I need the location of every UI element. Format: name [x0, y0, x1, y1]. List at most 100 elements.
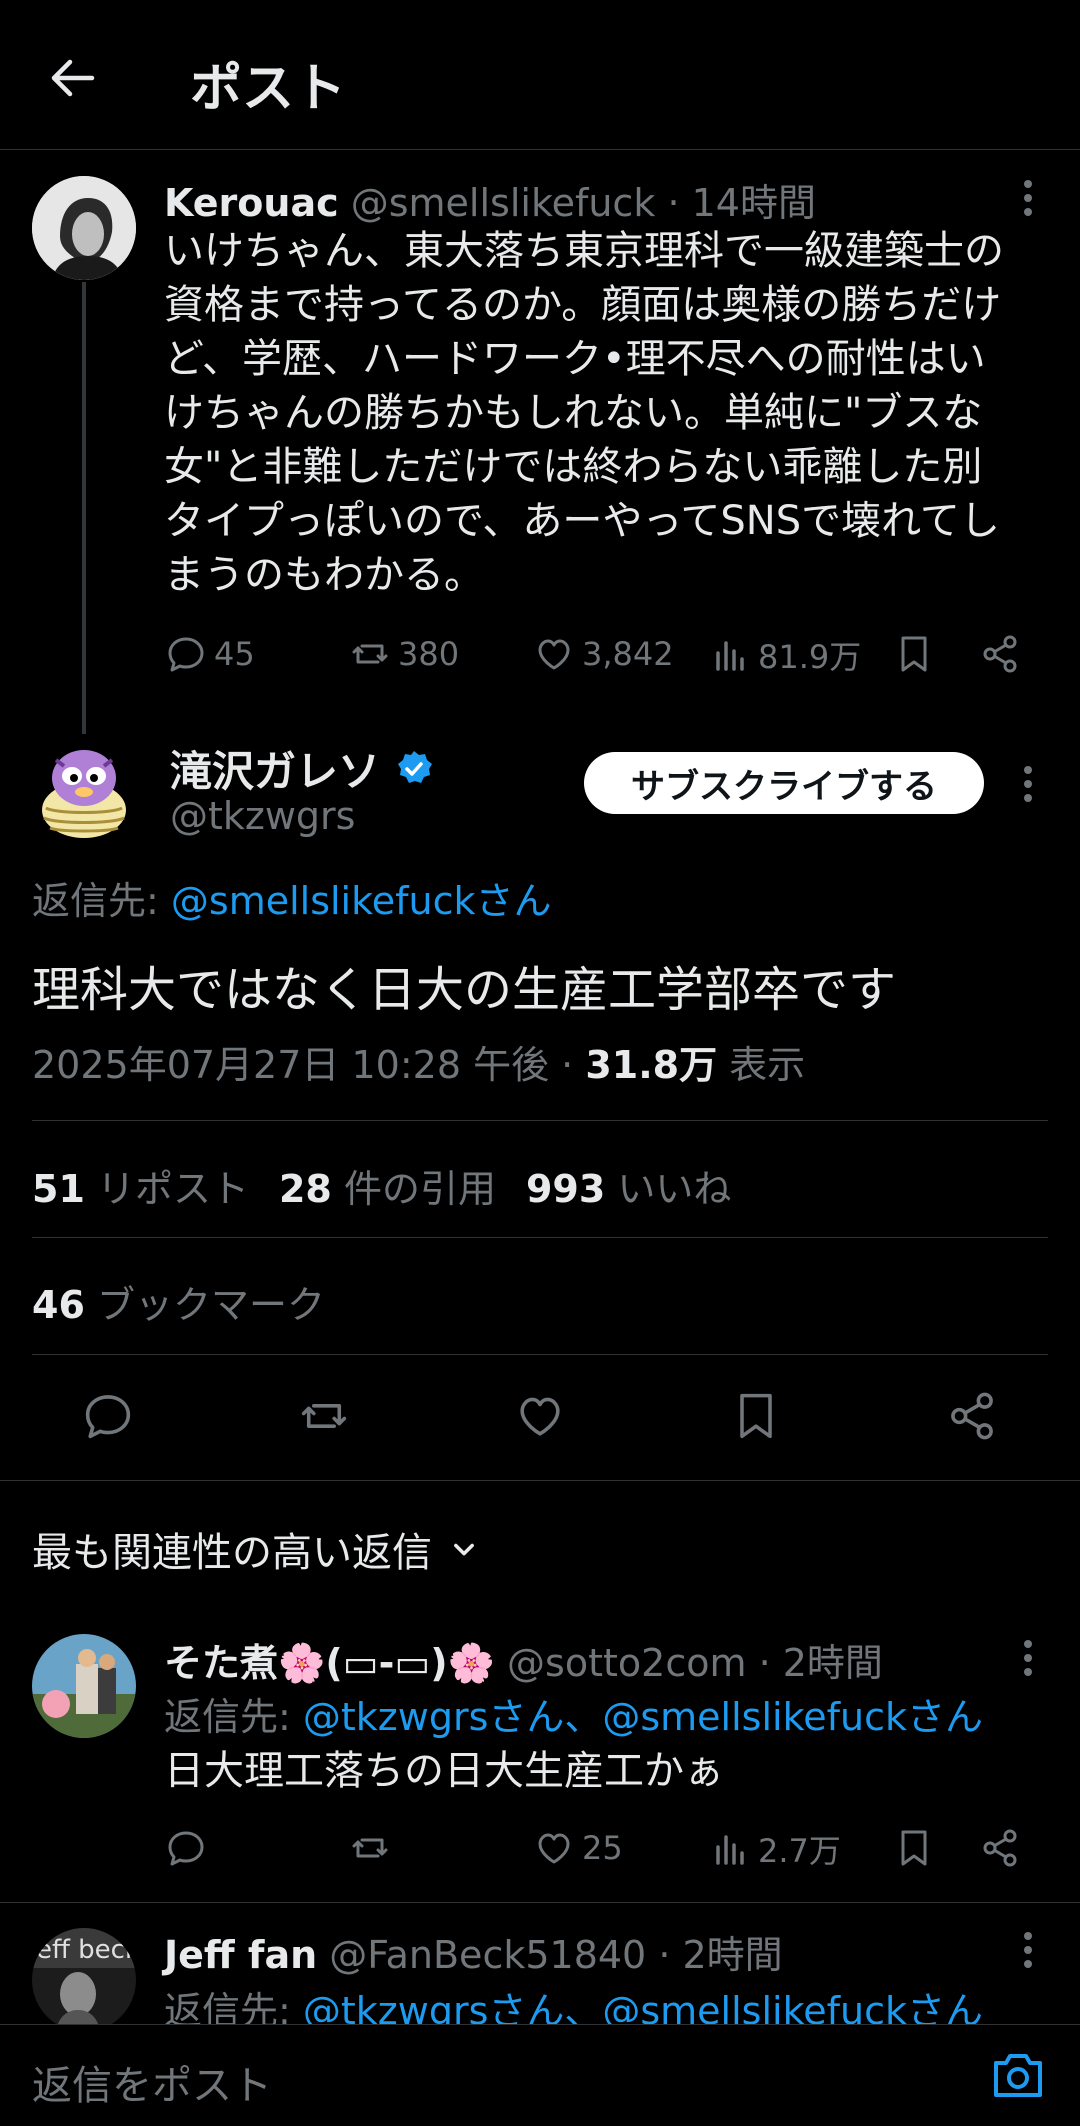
post-datetime[interactable]: 2025年07月27日 10:28 午後 · [32, 1043, 585, 1087]
chevron-down-icon [454, 1543, 474, 1556]
reply-to-label: 返信先: [32, 879, 171, 923]
repost-button[interactable] [348, 1826, 398, 1870]
avatar[interactable]: eff beck [32, 1928, 136, 2032]
bookmark-icon [901, 636, 927, 672]
post-text-line: けちゃんの勝ちかもしれない。単純に"ブスな [164, 390, 983, 436]
svg-text:eff beck: eff beck [36, 1935, 136, 1965]
views-count: 31.8万 [585, 1043, 718, 1087]
repost-icon[interactable] [296, 1388, 352, 1444]
author-name[interactable]: そた煮🌸(▭-▭)🌸 [164, 1641, 495, 1685]
share-button[interactable] [978, 632, 1022, 676]
post-text: 日大理工落ちの日大生産工かぁ [164, 1748, 724, 1794]
author-handle[interactable]: @smellslikefuck [351, 181, 656, 225]
post-text-line: まうのもわかる。 [164, 552, 484, 598]
reply-button[interactable]: 45 [164, 632, 255, 676]
author-row: そた煮🌸(▭-▭)🌸 @sotto2com · 2時間 [164, 1632, 883, 1687]
bookmark-icon [901, 1830, 927, 1866]
back-arrow-icon[interactable] [48, 54, 96, 102]
author-name[interactable]: 滝沢ガレソ [170, 738, 380, 799]
divider [32, 1354, 1048, 1355]
more-options-icon[interactable] [1022, 1638, 1034, 1678]
reply-sort-dropdown[interactable]: 最も関連性の高い返信 [32, 1520, 478, 1578]
bookmark-button[interactable] [892, 632, 936, 676]
more-options-icon[interactable] [1022, 178, 1034, 218]
verified-badge-icon [398, 750, 433, 783]
repost-button[interactable]: 380 [348, 632, 459, 676]
avatar[interactable] [32, 176, 136, 280]
views-count: 2.7万 [758, 1832, 841, 1870]
like-count: 3,842 [582, 635, 674, 673]
share-icon [983, 1829, 1017, 1867]
views-chart-icon [716, 1835, 744, 1865]
post-actions: 45 380 3,842 81.9万 [164, 632, 1044, 682]
reply-icon [168, 1831, 204, 1866]
reply-input[interactable]: 返信をポスト [32, 2053, 272, 2111]
post-meta: 2025年07月27日 10:28 午後 · 31.8万 表示 [32, 1034, 805, 1089]
bookmark-button[interactable] [892, 1826, 936, 1870]
author-handle[interactable]: @FanBeck51840 [329, 1933, 646, 1977]
post-text-line: ど、学歴、ハードワーク•理不尽への耐性はい [164, 336, 986, 382]
reply-icon[interactable] [80, 1388, 136, 1444]
post-text-line: タイプっぽいので、あーやってSNSで壊れてし [164, 498, 1000, 544]
heart-icon [538, 1833, 570, 1864]
reply-count: 45 [214, 635, 255, 673]
post-time: · 2時間 [758, 1641, 883, 1685]
reply-to-users-link[interactable]: @tkzwgrsさん、@smellslikefuckさん [303, 1695, 983, 1739]
heart-icon[interactable] [512, 1388, 568, 1444]
post-text-line: 資格まで持ってるのか。顔面は奥様の勝ちだけ [164, 282, 1002, 328]
author-row: 滝沢ガレソ [170, 738, 434, 799]
post-actions: 25 2.7万 [164, 1826, 1044, 1876]
like-button[interactable]: 3,842 [532, 632, 674, 676]
sort-label: 最も関連性の高い返信 [32, 1530, 432, 1576]
reply-to-user-link[interactable]: @smellslikefuckさん [171, 879, 552, 923]
author-row: Kerouac @smellslikefuck · 14時間 [164, 172, 816, 227]
bookmarks-stat[interactable]: 46 ブックマーク [32, 1274, 325, 1329]
views-button[interactable]: 2.7万 [708, 1826, 841, 1872]
camera-icon[interactable] [990, 2049, 1046, 2101]
share-button[interactable] [978, 1826, 1022, 1870]
post-time: · 2時間 [658, 1933, 783, 1977]
heart-icon [538, 639, 570, 670]
author-name[interactable]: Jeff fan [164, 1933, 317, 1977]
share-icon [983, 635, 1017, 673]
divider [32, 1120, 1048, 1121]
author-handle[interactable]: @tkzwgrs [170, 794, 355, 838]
views-button[interactable]: 81.9万 [708, 632, 861, 678]
post-time: · 14時間 [667, 181, 816, 225]
bookmark-icon[interactable] [728, 1388, 784, 1444]
repost-count: 380 [398, 635, 460, 673]
quotes-stat[interactable]: 28 件の引用 [279, 1167, 496, 1211]
thread-connector [82, 282, 86, 734]
reply-composer: 返信をポスト [0, 2024, 1080, 2126]
avatar[interactable] [32, 1634, 136, 1738]
divider [0, 1902, 1080, 1903]
views-chart-icon [716, 641, 744, 671]
divider [0, 1480, 1080, 1481]
avatar[interactable] [32, 738, 136, 842]
divider [32, 1237, 1048, 1238]
subscribe-button[interactable]: サブスクライブする [584, 752, 984, 814]
post-text-line: 女"と非難しただけでは終わらない乖離した別 [164, 444, 983, 490]
reposts-stat[interactable]: 51 リポスト [32, 1167, 249, 1211]
more-options-icon[interactable] [1022, 764, 1034, 804]
views-count: 81.9万 [758, 638, 862, 676]
more-options-icon[interactable] [1022, 1930, 1034, 1970]
like-button[interactable]: 25 [532, 1826, 623, 1870]
page-title: ポスト [190, 59, 347, 119]
post-text: いけちゃん、東大落ち東京理科で一級建築士の 資格まで持ってるのか。顔面は奥様の勝… [164, 224, 1064, 602]
reply-context: 返信先: @tkzwgrsさん、@smellslikefuckさん [164, 1686, 983, 1741]
engagement-stats: 51 リポスト 28 件の引用 993 いいね [32, 1158, 731, 1213]
post-text: 理科大ではなく日大の生産工学部卒です [32, 962, 897, 1018]
author-name[interactable]: Kerouac [164, 181, 339, 225]
share-icon[interactable] [944, 1388, 1000, 1444]
reply-to-label: 返信先: [164, 1695, 303, 1739]
views-label: 表示 [717, 1043, 806, 1087]
top-bar: ポスト [0, 0, 1080, 150]
reply-icon [168, 637, 204, 672]
author-handle[interactable]: @sotto2com [507, 1641, 746, 1685]
like-count: 25 [582, 1829, 623, 1867]
author-row: Jeff fan @FanBeck51840 · 2時間 [164, 1924, 783, 1979]
likes-stat[interactable]: 993 いいね [526, 1167, 731, 1211]
reply-button[interactable] [164, 1826, 214, 1870]
repost-icon [352, 1838, 388, 1858]
